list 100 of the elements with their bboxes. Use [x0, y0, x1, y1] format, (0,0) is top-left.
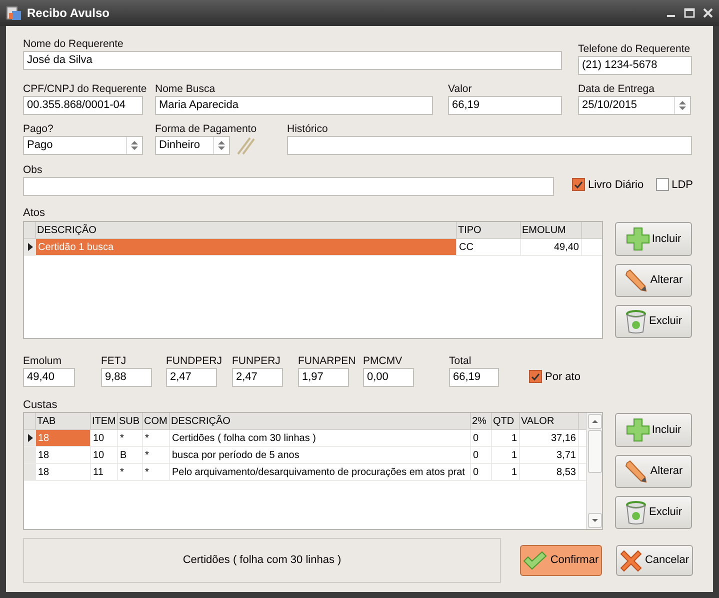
table-cell: 1 — [492, 447, 520, 463]
input-field[interactable]: José da Silva — [23, 51, 562, 70]
section-label: Atos — [23, 207, 46, 220]
column-header[interactable]: SUB — [118, 413, 143, 429]
table-cell: 0 — [471, 447, 492, 463]
action-button[interactable]: Incluir — [615, 413, 692, 447]
checkbox-label[interactable]: LDP — [672, 176, 693, 193]
confirm-button[interactable]: Confirmar — [520, 545, 602, 576]
plus-icon — [626, 418, 650, 442]
input-field[interactable]: 2,47 — [232, 368, 283, 387]
table-cell: 8,53 — [520, 464, 579, 480]
checkbox-label[interactable]: Livro Diário — [588, 176, 644, 193]
cancel-button[interactable]: Cancelar — [616, 545, 693, 576]
table-cell: 3,71 — [520, 447, 579, 463]
input-field[interactable]: 49,40 — [23, 368, 75, 387]
input-field[interactable]: 66,19 — [448, 96, 562, 115]
column-header[interactable]: 2% — [471, 413, 492, 429]
scroll-up-icon[interactable] — [592, 420, 598, 423]
table-cell: * — [118, 430, 143, 446]
table-cell: 10 — [91, 430, 118, 446]
table-cell: 0 — [471, 430, 492, 446]
field-label: Nome do Requerente — [23, 38, 124, 51]
row-header[interactable] — [24, 239, 36, 255]
table-cell: 18 — [36, 447, 91, 463]
checkbox[interactable] — [529, 370, 542, 384]
row-indicator-icon — [28, 243, 32, 251]
maximize-icon[interactable] — [684, 8, 695, 18]
column-header[interactable]: TAB — [36, 413, 91, 429]
table-cell: 10 — [91, 447, 118, 463]
field-label: Valor — [448, 83, 472, 96]
spinner-icon[interactable] — [679, 101, 686, 110]
column-header[interactable]: EMOLUM — [521, 222, 582, 238]
input-field[interactable]: 66,19 — [449, 368, 499, 387]
checkbox[interactable] — [656, 178, 669, 192]
table-cell: 18 — [36, 464, 91, 480]
table-cell: 18 — [36, 430, 91, 446]
checkbox[interactable] — [572, 178, 585, 192]
input-field[interactable]: 2,47 — [166, 368, 217, 387]
table-cell: * — [143, 447, 170, 463]
checkbox-label[interactable]: Por ato — [545, 368, 580, 385]
spin-field[interactable]: Dinheiro — [155, 136, 230, 155]
input-field[interactable]: 0,00 — [363, 368, 414, 387]
table-cell: CC — [457, 239, 521, 255]
column-header[interactable]: TIPO — [457, 222, 521, 238]
input-field[interactable] — [23, 177, 554, 196]
table-cell: B — [118, 447, 143, 463]
input-field[interactable]: Maria Aparecida — [155, 96, 433, 115]
field-label: FUNPERJ — [232, 355, 280, 368]
field-label: FUNARPEN — [298, 355, 356, 368]
table-cell: 1 — [492, 430, 520, 446]
spin-field[interactable]: 25/10/2015 — [578, 96, 691, 115]
field-label: Histórico — [287, 123, 328, 136]
table-cell: * — [118, 464, 143, 480]
action-button[interactable]: Excluir — [615, 496, 692, 529]
checkmark-icon — [523, 550, 548, 570]
window-title: Recibo Avulso — [27, 5, 110, 22]
spin-field[interactable]: Pago — [23, 136, 143, 155]
field-label: Pago? — [23, 123, 54, 136]
input-field[interactable]: 00.355.868/0001-04 — [23, 96, 143, 115]
action-button[interactable]: Excluir — [615, 305, 692, 338]
table-cell: 49,40 — [521, 239, 582, 255]
action-button[interactable]: Incluir — [615, 222, 692, 256]
column-header[interactable]: DESCRIÇÃO — [36, 222, 457, 238]
scroll-down-icon[interactable] — [592, 519, 598, 522]
column-header[interactable]: DESCRIÇÃO — [170, 413, 471, 429]
table-cell: 1 — [492, 464, 520, 480]
trash-icon — [624, 500, 647, 524]
action-button[interactable]: Alterar — [615, 455, 692, 488]
table-cell: Certidões ( folha com 30 linhas ) — [170, 430, 471, 446]
field-label: PMCMV — [363, 355, 402, 368]
field-label: CPF/CNPJ do Requerente — [23, 83, 147, 96]
section-label: Custas — [23, 399, 58, 412]
field-label: Total — [449, 355, 472, 368]
table-cell: * — [143, 430, 170, 446]
table-cell: 0 — [471, 464, 492, 480]
close-icon[interactable] — [703, 8, 713, 18]
input-field[interactable]: (21) 1234-5678 — [578, 56, 692, 75]
column-header[interactable]: COM — [143, 413, 170, 429]
table-cell: Pelo arquivamento/desarquivamento de procurações em atos prat — [170, 464, 471, 480]
input-field[interactable] — [287, 136, 692, 155]
row-indicator-icon — [28, 434, 32, 442]
row-header[interactable] — [24, 430, 36, 446]
close-icon — [620, 550, 642, 572]
field-label: Obs — [23, 164, 42, 177]
plus-icon — [626, 227, 650, 251]
action-button[interactable]: Alterar — [615, 264, 692, 297]
spinner-icon[interactable] — [218, 141, 225, 150]
table-cell: 11 — [91, 464, 118, 480]
column-header[interactable]: ITEM — [91, 413, 118, 429]
spinner-icon[interactable] — [131, 141, 138, 150]
field-label: FETJ — [101, 355, 126, 368]
field-label: FUNDPERJ — [166, 355, 222, 368]
table-cell: * — [143, 464, 170, 480]
field-label: Forma de Pagamento — [155, 123, 257, 136]
column-header[interactable]: QTD — [492, 413, 520, 429]
input-field[interactable]: 9,88 — [101, 368, 152, 387]
input-field[interactable]: 1,97 — [298, 368, 349, 387]
scrollbar[interactable] — [586, 413, 602, 529]
status-text: Certidões ( folha com 30 linhas ) — [182, 553, 342, 568]
column-header[interactable]: VALOR — [520, 413, 579, 429]
